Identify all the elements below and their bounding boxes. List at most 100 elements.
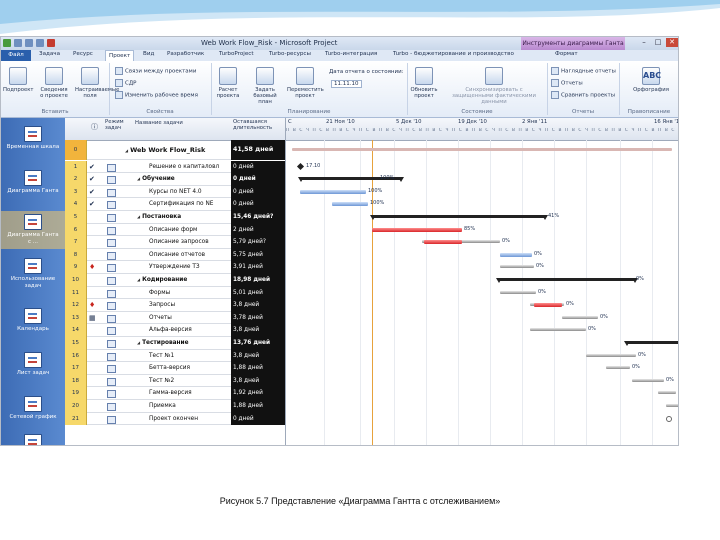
tab-developer[interactable]: Разработчик [167, 51, 204, 57]
col-remaining-duration[interactable]: Оставшаяся длительность [233, 119, 283, 131]
row-number[interactable]: 6 [65, 223, 87, 237]
view-timeline[interactable]: Временная шкала [5, 126, 61, 151]
tab-turbo-budget[interactable]: Turbo - бюджетирование и производство [393, 51, 514, 57]
remaining-duration-cell[interactable]: 18,98 дней [231, 274, 285, 287]
task-name[interactable]: Описание отчетов [149, 249, 205, 262]
remaining-duration-cell[interactable]: 3,8 дней [231, 299, 285, 312]
gantt-task-bar[interactable] [496, 278, 638, 283]
remaining-duration-cell[interactable]: 1,88 дней [231, 362, 285, 375]
view-tracking-gantt[interactable]: Диаграмма Ганта с ... [1, 211, 65, 249]
remaining-duration-cell[interactable]: 3,8 дней [231, 324, 285, 337]
remaining-duration-cell[interactable]: 3,8 дней [231, 374, 285, 388]
table-row[interactable]: 11 Формы 5,01 дней [65, 286, 285, 300]
gantt-task-bar[interactable] [658, 391, 676, 395]
filter-icon[interactable] [47, 39, 55, 47]
row-number[interactable]: 1 [65, 160, 87, 174]
view-network-diagram[interactable]: Сетевой график [5, 396, 61, 421]
gantt-task-bar[interactable] [370, 215, 548, 220]
row-number[interactable]: 10 [65, 274, 87, 287]
subproject-button[interactable]: Подпроект [3, 67, 34, 93]
table-row[interactable]: 15 Тестирование 13,76 дней [65, 337, 285, 350]
table-row[interactable]: 19 Гамма-версия 1,92 дней [65, 387, 285, 400]
gantt-task-bar[interactable] [292, 148, 672, 151]
close-icon[interactable]: ✕ [666, 38, 678, 47]
task-name[interactable]: Обучение [137, 173, 175, 186]
reports-button[interactable]: Отчеты [551, 79, 583, 87]
minimize-icon[interactable]: – [638, 38, 650, 47]
move-project-button[interactable]: Переместить проект [287, 67, 324, 99]
table-row[interactable]: 12 ♦ Запросы 3,8 дней [65, 299, 285, 312]
tab-turbo-integration[interactable]: Turbo-интеграция [325, 51, 377, 57]
task-name[interactable]: Проект окончен [149, 413, 198, 426]
row-number[interactable]: 8 [65, 248, 87, 262]
tab-turbo-resources[interactable]: Turbo-ресурсы [269, 51, 311, 57]
col-task-mode[interactable]: Режим задач [105, 119, 129, 131]
table-row[interactable]: 0 Web Work Flow_Risk 41,58 дней [65, 140, 285, 160]
tab-file[interactable]: Файл [1, 50, 31, 61]
remaining-duration-cell[interactable]: 0 дней [231, 185, 285, 199]
task-name[interactable]: Решение о капиталовл [149, 161, 219, 174]
view-gantt[interactable]: Диаграмма Ганта [5, 170, 61, 195]
view-more[interactable] [5, 434, 61, 445]
table-row[interactable]: 6 Описание форм 2 дней [65, 223, 285, 237]
gantt-task-bar[interactable] [500, 290, 536, 294]
row-number[interactable]: 5 [65, 211, 87, 224]
gantt-task-bar[interactable] [666, 404, 678, 407]
row-number[interactable]: 13 [65, 311, 87, 325]
remaining-duration-cell[interactable]: 0 дней [231, 198, 285, 211]
task-name[interactable]: Сертификация по NE [149, 198, 213, 211]
row-number[interactable]: 20 [65, 400, 87, 413]
task-name[interactable]: Альфа-версия [149, 324, 192, 337]
task-name[interactable]: Бетта-версия [149, 362, 190, 375]
remaining-duration-cell[interactable]: 5,79 дней? [231, 236, 285, 249]
milestone-marker[interactable] [296, 162, 305, 170]
table-row[interactable]: 16 Тест №1 3,8 дней [65, 349, 285, 363]
table-row[interactable]: 9 ♦ Утверждение ТЗ 3,91 дней [65, 261, 285, 274]
table-row[interactable]: 3 ✔ Курсы по NET 4.0 0 дней [65, 185, 285, 199]
row-number[interactable]: 12 [65, 299, 87, 312]
row-number[interactable]: 19 [65, 387, 87, 400]
table-row[interactable]: 13 ▦ Отчеты 3,78 дней [65, 311, 285, 325]
gantt-task-bar[interactable] [632, 378, 664, 382]
row-number[interactable]: 17 [65, 362, 87, 375]
task-name[interactable]: Тестирование [137, 337, 188, 350]
remaining-duration-cell[interactable]: 0 дней [231, 412, 285, 426]
table-row[interactable]: 7 Описание запросов 5,79 дней? [65, 236, 285, 249]
task-name[interactable]: Гамма-версия [149, 387, 192, 400]
remaining-duration-cell[interactable]: 2 дней [231, 223, 285, 237]
task-name[interactable]: Приемка [149, 400, 176, 413]
project-info-button[interactable]: Сведения о проекте [39, 67, 69, 99]
sync-protected-button[interactable]: Синхронизировать с защищенными фактическ… [445, 67, 543, 105]
tab-resource[interactable]: Ресурс [73, 51, 93, 57]
spelling-button[interactable]: ABC Орфография [631, 67, 671, 93]
row-number[interactable]: 4 [65, 198, 87, 211]
remaining-duration-cell[interactable]: 0 дней [231, 160, 285, 174]
gantt-task-bar[interactable] [424, 240, 462, 245]
view-calendar[interactable]: Календарь [5, 308, 61, 333]
gantt-task-bar[interactable] [562, 315, 598, 319]
row-number[interactable]: 16 [65, 349, 87, 363]
table-row[interactable]: 8 Описание отчетов 5,75 дней [65, 248, 285, 262]
task-name[interactable]: Постановка [137, 211, 181, 224]
calculate-project-button[interactable]: Расчет проекта [213, 67, 243, 99]
gantt-task-bar[interactable] [500, 252, 532, 257]
table-row[interactable]: 4 ✔ Сертификация по NE 0 дней [65, 198, 285, 211]
gantt-task-bar[interactable] [624, 341, 678, 346]
remaining-duration-cell[interactable]: 3,8 дней [231, 349, 285, 363]
remaining-duration-cell[interactable]: 15,46 дней? [231, 211, 285, 224]
gantt-task-bar[interactable] [586, 353, 636, 357]
table-row[interactable]: 5 Постановка 15,46 дней? [65, 211, 285, 224]
status-date-field[interactable]: 11.11.10 [331, 80, 362, 88]
set-baseline-button[interactable]: Задать базовый план [247, 67, 283, 105]
row-number[interactable]: 14 [65, 324, 87, 337]
task-name[interactable]: Кодирование [137, 274, 187, 287]
redo-icon[interactable] [36, 39, 44, 47]
remaining-duration-cell[interactable]: 3,78 дней [231, 311, 285, 325]
tab-view[interactable]: Вид [143, 51, 154, 57]
remaining-duration-cell[interactable]: 13,76 дней [231, 337, 285, 350]
remaining-duration-cell[interactable]: 5,75 дней [231, 248, 285, 262]
row-number[interactable]: 15 [65, 337, 87, 350]
table-row[interactable]: 2✔ Обучение 0 дней [65, 173, 285, 186]
finish-milestone-marker[interactable] [666, 415, 672, 422]
save-icon[interactable] [14, 39, 22, 47]
